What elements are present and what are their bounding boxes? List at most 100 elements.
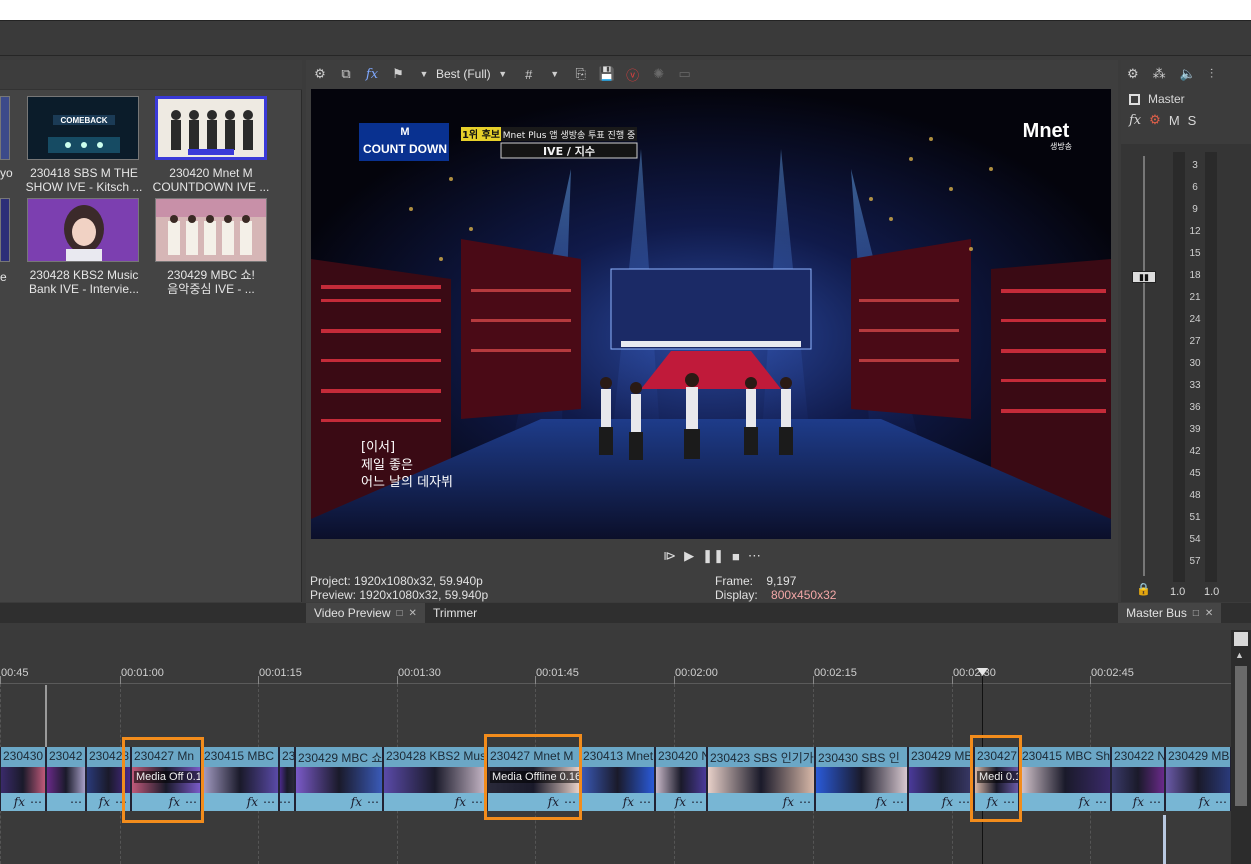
clip-fx-button[interactable]: fx	[14, 795, 25, 809]
mute-button[interactable]: M	[1169, 113, 1180, 128]
dock-icon[interactable]: □	[1193, 608, 1199, 619]
timeline-clip[interactable]: 230415 MBC Sh fx ⋯	[1019, 747, 1111, 811]
clip-fx-button[interactable]: fx	[675, 795, 686, 809]
clip-fx-button[interactable]: fx	[1199, 795, 1210, 809]
timeline-clip[interactable]: 230429 MB fx ⋯	[908, 747, 974, 811]
clip-more-button[interactable]: ⋯	[280, 795, 291, 809]
media-thumbnail[interactable]: COMEBACK	[27, 96, 139, 160]
clip-more-button[interactable]: ⋯	[799, 795, 811, 809]
lock-icon[interactable]: 🔒	[1136, 582, 1151, 596]
grid-overlay-icon[interactable]: #	[521, 67, 537, 82]
master-label: Master	[1148, 92, 1185, 106]
media-thumbnail[interactable]	[155, 198, 267, 262]
play-from-start-icon[interactable]: ⧐	[663, 548, 676, 564]
timeline-clip[interactable]: 230428 KBS2 Mus fx ⋯	[383, 747, 487, 811]
split-screen-icon[interactable]: ⚑	[390, 66, 406, 82]
left-level: 1.0	[1170, 586, 1186, 598]
timeline-clip[interactable]: 230430 SBS 인 fx ⋯	[815, 747, 908, 811]
timeline-vertical-scrollbar[interactable]: ▲	[1231, 630, 1251, 864]
fx-button[interactable]: fx	[1129, 113, 1141, 128]
clip-fx-button[interactable]: fx	[247, 795, 258, 809]
media-thumbnail[interactable]	[155, 96, 267, 160]
master-buttons: fx ⚙ M S	[1129, 112, 1196, 128]
scroll-up-icon[interactable]: ▲	[1235, 650, 1244, 660]
clip-more-button[interactable]: ⋯	[30, 795, 42, 809]
stop-icon[interactable]: ■	[732, 549, 740, 564]
clip-footer: fx ⋯	[384, 793, 486, 811]
mixer-icon[interactable]: ⫶	[1210, 66, 1213, 82]
external-monitor-icon[interactable]: ⧉	[338, 66, 354, 82]
save-snapshot-icon[interactable]: 💾	[599, 66, 615, 82]
tab-master-bus[interactable]: Master Bus □ ✕	[1118, 603, 1222, 623]
master-select-icon[interactable]	[1129, 93, 1140, 105]
scrollbar-thumb[interactable]	[1235, 666, 1247, 806]
clip-fx-button[interactable]: fx	[876, 795, 887, 809]
clip-fx-button[interactable]: fx	[99, 795, 110, 809]
gear-icon[interactable]: ⚙	[1127, 66, 1139, 82]
subtitle-line: 어느 날의 데자뷔	[361, 475, 453, 490]
time-ruler[interactable]: 00:45 00:01:00 00:01:15 00:01:30 00:01:45 00:…	[0, 662, 1231, 684]
fader-handle[interactable]: ▮▮	[1132, 271, 1156, 283]
speaker-icon[interactable]: 🔈	[1180, 66, 1196, 82]
media-thumbnail[interactable]	[0, 96, 10, 160]
timeline-clip[interactable]: 230422 N fx ⋯	[1111, 747, 1165, 811]
timeline-clip[interactable]: 230413 Mnet fx ⋯	[580, 747, 655, 811]
dock-icon[interactable]: □	[397, 608, 403, 619]
clip-more-button[interactable]: ⋯	[70, 795, 82, 809]
pause-icon[interactable]: ❚❚	[702, 548, 724, 564]
timeline-clip[interactable]: 23 ⋯	[279, 747, 295, 811]
clip-fx-button[interactable]: fx	[455, 795, 466, 809]
preview-quality-label: Best (Full)	[436, 67, 491, 81]
clip-fx-button[interactable]: fx	[1079, 795, 1090, 809]
timeline-clip[interactable]: 230430 fx ⋯	[0, 747, 46, 811]
marker-icon[interactable]	[1234, 632, 1248, 646]
media-caption: 230428 KBS2 Music Bank IVE - Intervie...	[18, 268, 150, 296]
chevron-down-icon[interactable]: ▼	[547, 69, 563, 79]
video-scopes-icon[interactable]: ⓥ	[625, 65, 641, 84]
tab-video-preview[interactable]: Video Preview □ ✕	[306, 603, 425, 623]
close-icon[interactable]: ✕	[409, 608, 417, 619]
timeline-clip[interactable]: 230429 MBC 쇼 fx ⋯	[295, 747, 383, 811]
gear-icon[interactable]: ⚙	[312, 66, 328, 82]
downmix-icon[interactable]: ⁂	[1153, 66, 1166, 82]
media-thumbnail[interactable]	[27, 198, 139, 262]
clip-more-button[interactable]: ⋯	[1215, 795, 1227, 809]
clip-fx-button[interactable]: fx	[1133, 795, 1144, 809]
timeline-clip[interactable]: 230420 N fx ⋯	[655, 747, 707, 811]
copy-snapshot-icon[interactable]: ⎘	[573, 66, 589, 82]
clip-fx-button[interactable]: fx	[623, 795, 634, 809]
meter-scale-label: 48	[1189, 490, 1201, 501]
clip-fx-button[interactable]: fx	[942, 795, 953, 809]
timeline-clip[interactable]: 230429 MBC fx ⋯	[1165, 747, 1231, 811]
clip-fx-button[interactable]: fx	[783, 795, 794, 809]
preview-quality-dropdown[interactable]: ▼ Best (Full) ▼	[416, 67, 511, 81]
clip-fx-button[interactable]: fx	[351, 795, 362, 809]
play-icon[interactable]: ▶	[684, 548, 694, 564]
clip-more-button[interactable]: ⋯	[639, 795, 651, 809]
meter-scale-label: 33	[1189, 380, 1201, 391]
track-scroll-indicator	[1163, 815, 1166, 864]
clip-more-button[interactable]: ⋯	[1149, 795, 1161, 809]
timeline-clip[interactable]: 230415 MBC S fx ⋯	[201, 747, 279, 811]
fx-icon[interactable]: fx	[364, 67, 380, 82]
channel-logo-sub: 생방송	[1050, 141, 1072, 151]
clip-title: 230429 MB	[911, 749, 973, 763]
project-label: Project:	[310, 574, 351, 588]
automation-icon[interactable]: ⚙	[1149, 112, 1161, 128]
close-icon[interactable]: ✕	[1205, 608, 1213, 619]
thumbnail-image: COMEBACK	[28, 97, 138, 159]
media-thumbnail[interactable]	[0, 198, 10, 262]
clip-more-button[interactable]: ⋯	[892, 795, 904, 809]
more-icon[interactable]: ⋯	[748, 548, 761, 564]
tab-trimmer[interactable]: Trimmer	[425, 603, 485, 623]
clip-more-button[interactable]: ⋯	[263, 795, 275, 809]
clip-more-button[interactable]: ⋯	[367, 795, 379, 809]
timeline-clip[interactable]: 23042 ⋯	[46, 747, 86, 811]
timeline-clip[interactable]: 230423 SBS 인기가 fx ⋯	[707, 747, 815, 811]
clip-more-button[interactable]: ⋯	[691, 795, 703, 809]
clip-more-button[interactable]: ⋯	[1095, 795, 1107, 809]
clip-more-button[interactable]: ⋯	[958, 795, 970, 809]
solo-button[interactable]: S	[1188, 113, 1197, 128]
preview-info: Project: 1920x1080x32, 59.940p Preview: …	[310, 574, 1118, 604]
clip-more-button[interactable]: ⋯	[471, 795, 483, 809]
